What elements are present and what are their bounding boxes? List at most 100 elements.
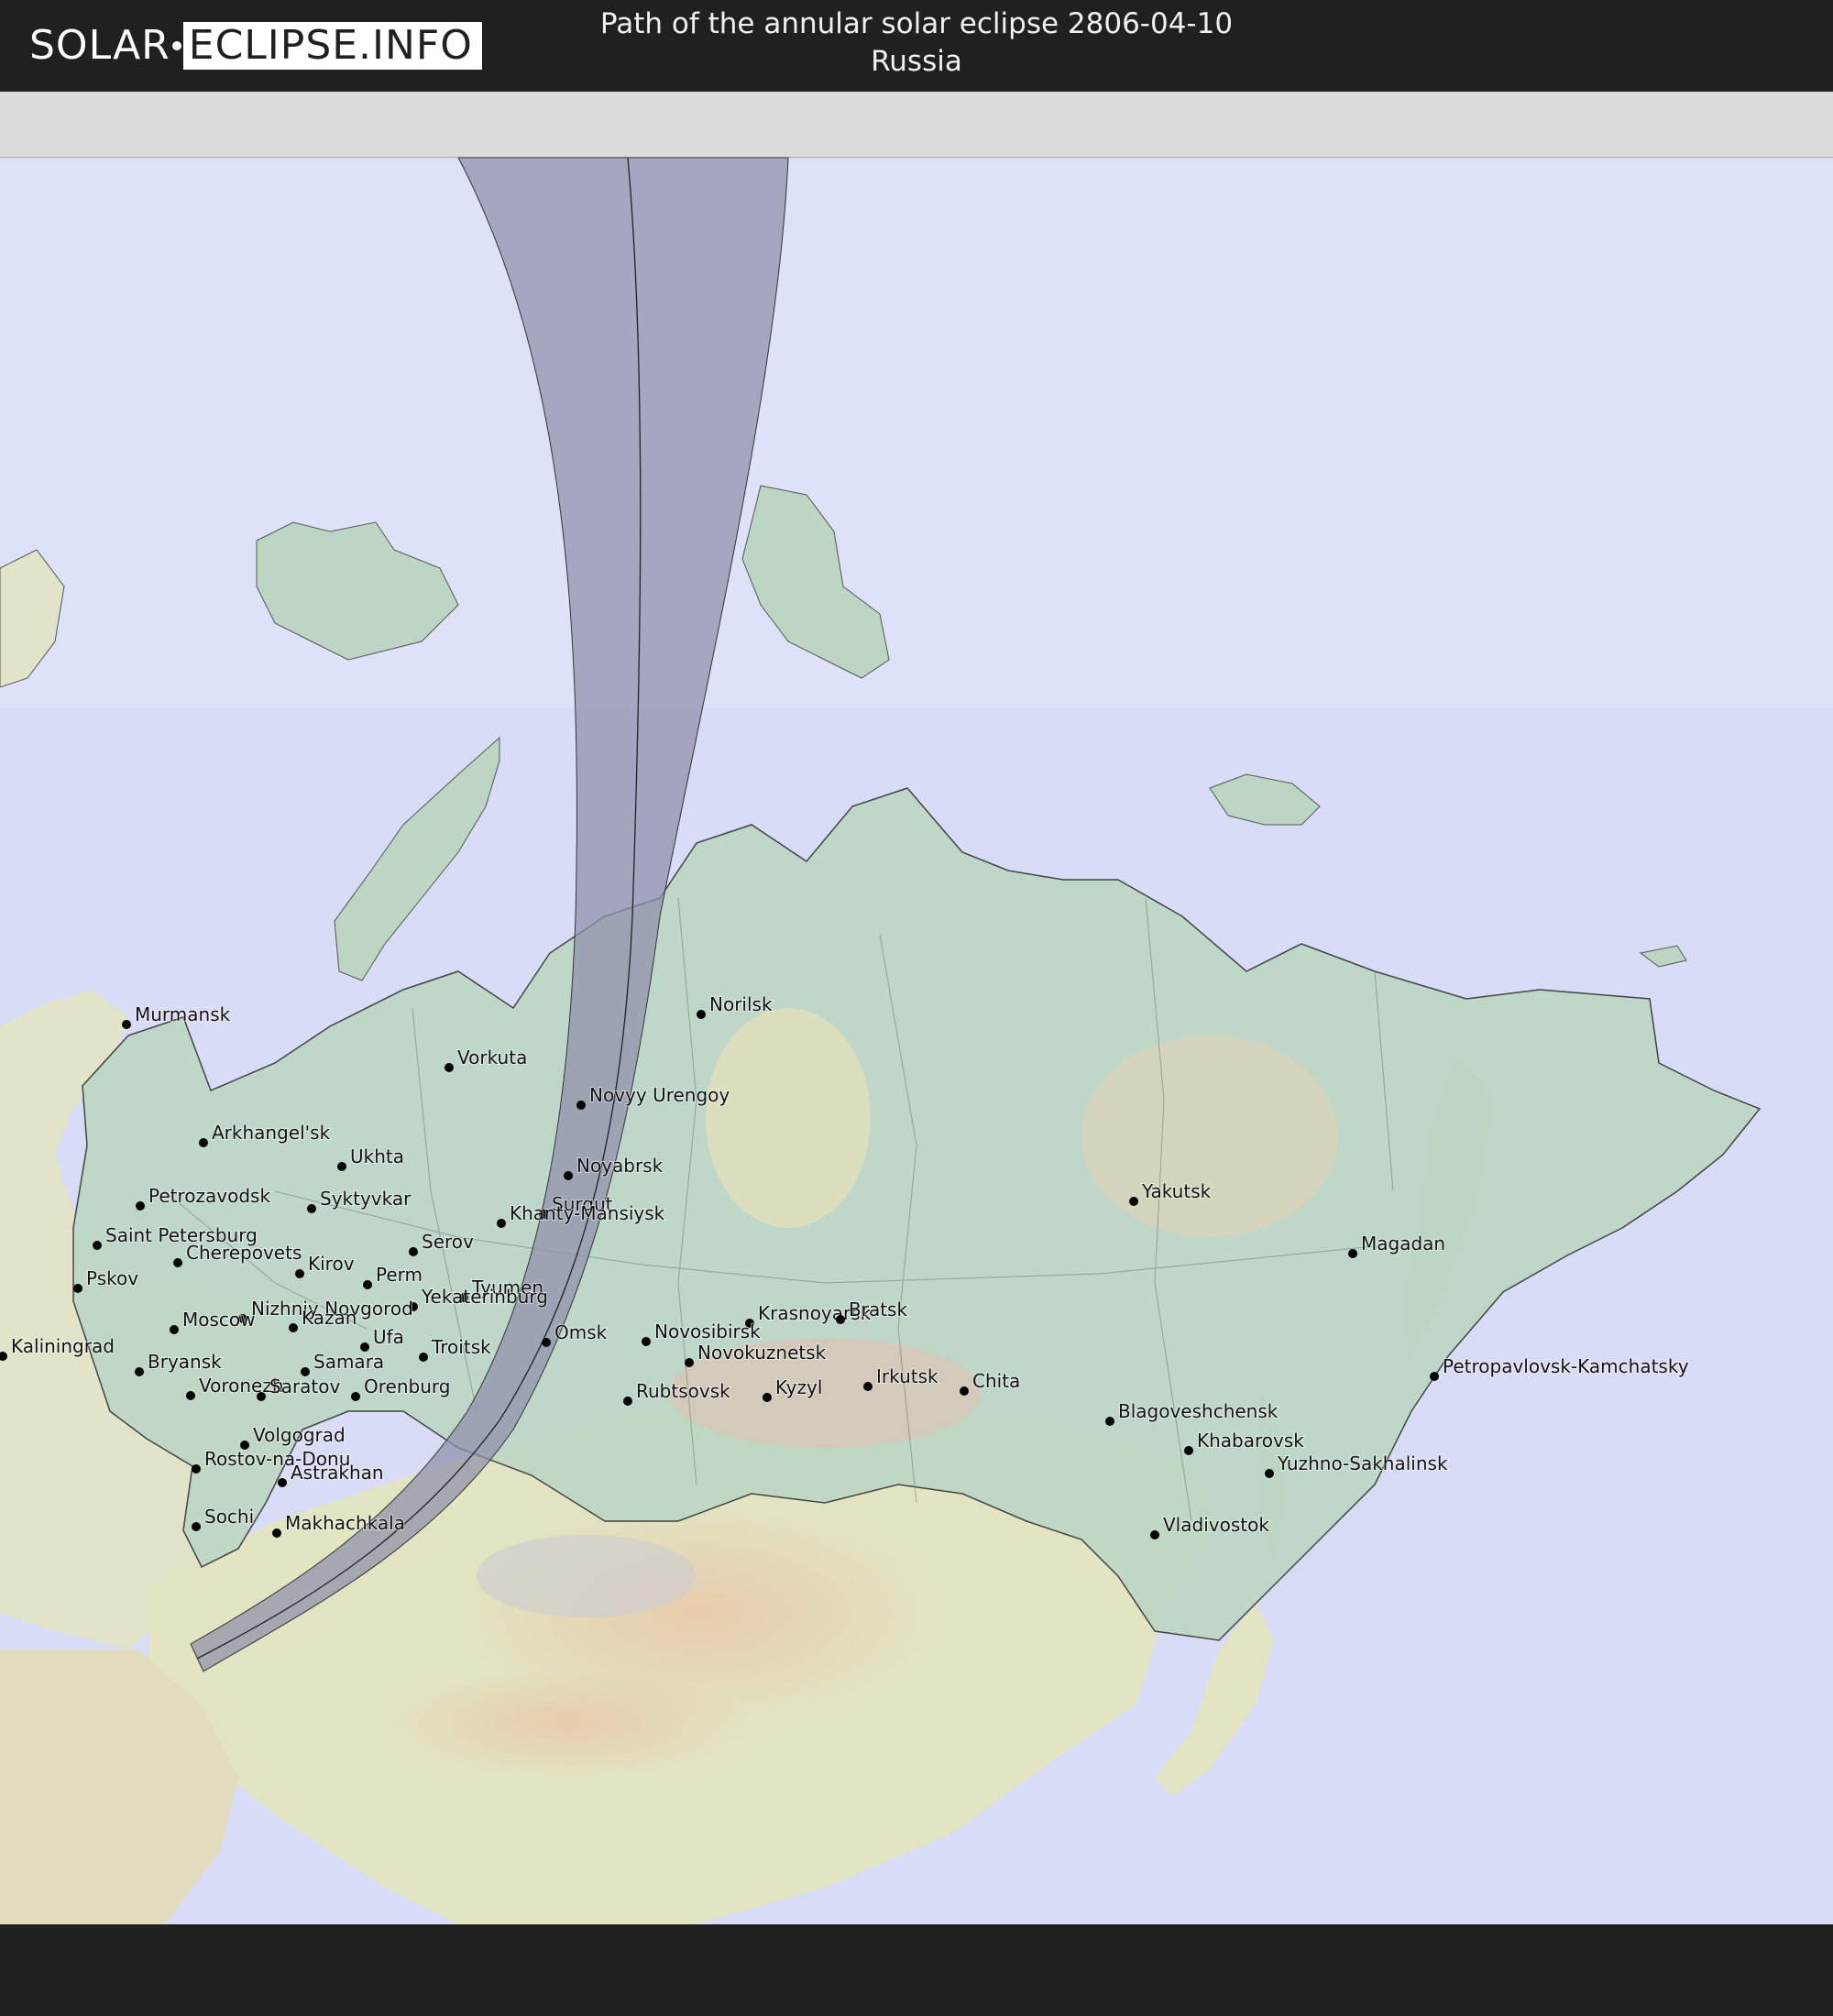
- city-marker-bryansk: [135, 1367, 144, 1376]
- city-marker-norilsk: [697, 1010, 706, 1019]
- city-marker-noyabrsk: [564, 1171, 573, 1180]
- city-label-bratsk: Bratsk: [849, 1298, 907, 1320]
- site-logo[interactable]: SOLAR ECLIPSE.INFO: [29, 22, 482, 70]
- city-label-volgograd: Volgograd: [253, 1424, 346, 1446]
- city-label-arkhangel-sk: Arkhangel'sk: [212, 1122, 331, 1144]
- footer-bar: [0, 1924, 1833, 2016]
- city-label-yakutsk: Yakutsk: [1141, 1180, 1212, 1202]
- city-label-blagoveshchensk: Blagoveshchensk: [1118, 1400, 1279, 1422]
- city-label-chita: Chita: [972, 1370, 1020, 1392]
- city-marker-khabarovsk: [1184, 1446, 1193, 1455]
- city-marker-rostov-na-donu: [192, 1464, 201, 1474]
- city-label-rubtsovsk: Rubtsovsk: [636, 1380, 730, 1402]
- himalaya-highlands: [385, 1668, 752, 1778]
- city-marker-petrozavodsk: [136, 1201, 145, 1211]
- city-marker-arkhangel-sk: [199, 1138, 208, 1147]
- central-siberian-plateau: [706, 1008, 871, 1228]
- city-marker-serov: [409, 1247, 418, 1256]
- logo-eclipse-text: ECLIPSE.INFO: [182, 22, 482, 70]
- city-label-kazan: Kazan: [302, 1307, 357, 1329]
- city-label-ufa: Ufa: [373, 1326, 404, 1348]
- city-label-serov: Serov: [422, 1231, 474, 1253]
- city-marker-syktyvkar: [307, 1204, 316, 1213]
- city-marker-murmansk: [122, 1020, 131, 1029]
- city-marker-saratov: [257, 1392, 266, 1401]
- city-label-kirov: Kirov: [308, 1253, 355, 1275]
- city-label-khanty-mansiysk: Khanty-Mansiysk: [510, 1202, 665, 1224]
- city-label-vladivostok: Vladivostok: [1163, 1514, 1269, 1536]
- city-label-moscow: Moscow: [182, 1309, 256, 1331]
- city-marker-ukhta: [337, 1162, 346, 1171]
- header-bar: SOLAR ECLIPSE.INFO Path of the annular s…: [0, 0, 1833, 92]
- city-marker-novokuznetsk: [685, 1358, 694, 1367]
- city-label-omsk: Omsk: [554, 1321, 608, 1343]
- city-marker-magadan: [1348, 1249, 1357, 1258]
- tarim-basin: [477, 1535, 697, 1617]
- city-marker-yakutsk: [1129, 1197, 1138, 1206]
- city-label-samara: Samara: [313, 1351, 384, 1373]
- page-title: Path of the annular solar eclipse 2806-0…: [458, 5, 1375, 81]
- city-marker-kyzyl: [763, 1393, 772, 1402]
- city-label-bryansk: Bryansk: [148, 1351, 222, 1373]
- city-label-perm: Perm: [376, 1264, 423, 1286]
- city-label-sochi: Sochi: [204, 1506, 254, 1528]
- city-label-ukhta: Ukhta: [350, 1145, 404, 1167]
- map-top-strip: [0, 92, 1833, 158]
- city-label-norilsk: Norilsk: [709, 993, 773, 1015]
- city-label-saratov: Saratov: [269, 1375, 341, 1397]
- eclipse-path-map[interactable]: Murmansk Vorkuta Norilsk Novyy Urengoy Arkha…: [0, 92, 1833, 1924]
- city-marker-makhachkala: [272, 1528, 281, 1538]
- city-marker-sochi: [192, 1522, 201, 1531]
- city-marker-perm: [363, 1280, 372, 1289]
- city-label-astrakhan: Astrakhan: [291, 1462, 384, 1484]
- city-label-kaliningrad: Kaliningrad: [11, 1335, 115, 1357]
- city-marker-kirov: [295, 1269, 304, 1278]
- city-marker-astrakhan: [278, 1478, 287, 1487]
- city-label-novosibirsk: Novosibirsk: [654, 1320, 761, 1342]
- city-label-magadan: Magadan: [1361, 1233, 1445, 1255]
- city-marker-orenburg: [351, 1392, 360, 1401]
- city-label-kyzyl: Kyzyl: [775, 1376, 822, 1398]
- logo-solar-text: SOLAR: [29, 22, 170, 69]
- city-label-pskov: Pskov: [86, 1267, 138, 1289]
- city-label-khabarovsk: Khabarovsk: [1197, 1430, 1304, 1452]
- title-line-region: Russia: [871, 45, 962, 78]
- city-label-petrozavodsk: Petrozavodsk: [148, 1185, 270, 1207]
- city-marker-troitsk: [419, 1353, 428, 1362]
- city-marker-novyy-urengoy: [576, 1101, 586, 1110]
- title-line-main: Path of the annular solar eclipse 2806-0…: [599, 7, 1234, 40]
- city-marker-irkutsk: [863, 1382, 873, 1391]
- city-marker-voronezh: [186, 1391, 195, 1400]
- city-marker-rubtsovsk: [623, 1397, 632, 1406]
- city-marker-omsk: [542, 1338, 551, 1347]
- city-label-syktyvkar: Syktyvkar: [320, 1188, 412, 1210]
- city-marker-blagoveshchensk: [1105, 1417, 1114, 1426]
- city-label-noyabrsk: Noyabrsk: [576, 1155, 664, 1177]
- city-label-irkutsk: Irkutsk: [876, 1365, 938, 1387]
- city-label-vorkuta: Vorkuta: [457, 1046, 527, 1068]
- city-marker-kazan: [289, 1323, 298, 1332]
- city-marker-khanty-mansiysk: [497, 1219, 506, 1228]
- city-label-novyy-urengoy: Novyy Urengoy: [589, 1084, 730, 1106]
- verkhoyansk-range: [1081, 1035, 1338, 1237]
- city-label-murmansk: Murmansk: [135, 1003, 231, 1025]
- city-marker-pskov: [73, 1284, 82, 1293]
- city-marker-vladivostok: [1150, 1530, 1159, 1539]
- city-label-novokuznetsk: Novokuznetsk: [697, 1342, 827, 1364]
- city-marker-moscow: [170, 1325, 179, 1334]
- city-marker-petropavlovsk-kamchatsky: [1430, 1372, 1439, 1381]
- city-marker-chita: [960, 1386, 969, 1396]
- city-marker-saint-petersburg: [93, 1241, 102, 1250]
- city-marker-vorkuta: [445, 1063, 454, 1072]
- city-label-cherepovets: Cherepovets: [186, 1242, 302, 1264]
- city-marker-bratsk: [836, 1315, 845, 1324]
- city-label-petropavlovsk-kamchatsky: Petropavlovsk-Kamchatsky: [1443, 1355, 1689, 1377]
- city-label-yekaterinburg: Yekaterinburg: [421, 1286, 548, 1308]
- city-label-makhachkala: Makhachkala: [285, 1512, 405, 1534]
- logo-dot-icon: [171, 41, 181, 50]
- arctic-ice-shade: [0, 158, 1833, 707]
- city-marker-novosibirsk: [642, 1337, 651, 1346]
- city-label-yuzhno-sakhalinsk: Yuzhno-Sakhalinsk: [1277, 1452, 1448, 1474]
- city-label-troitsk: Troitsk: [431, 1336, 491, 1358]
- city-label-orenburg: Orenburg: [364, 1375, 450, 1397]
